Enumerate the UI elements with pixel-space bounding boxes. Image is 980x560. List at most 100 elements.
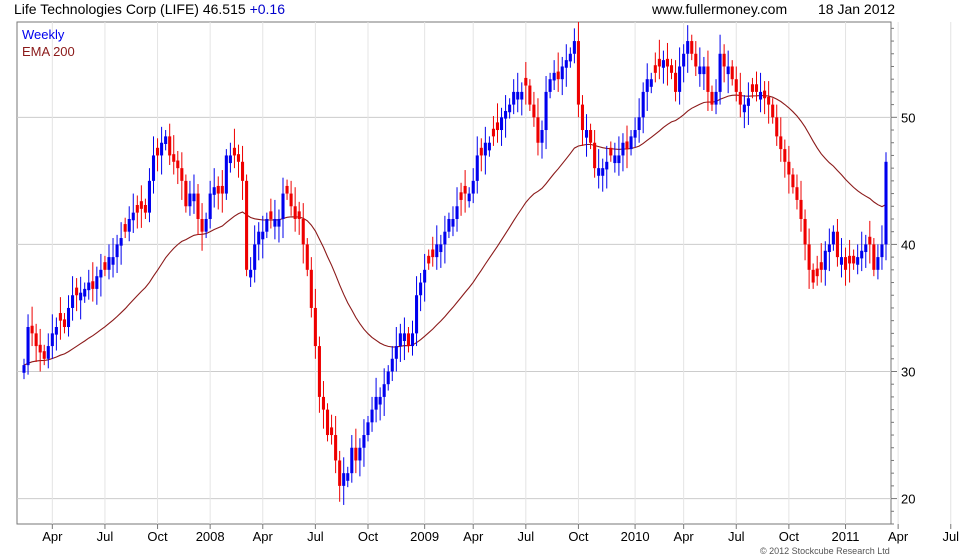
- candle-body: [75, 287, 79, 296]
- candle-body: [665, 58, 670, 67]
- candle-body: [682, 53, 686, 67]
- candle-body: [860, 250, 864, 259]
- candle-body: [184, 180, 188, 207]
- candle-body: [139, 201, 143, 209]
- candle-body: [767, 96, 771, 105]
- candle-body: [410, 333, 415, 347]
- candle-body: [674, 72, 678, 92]
- candle-body: [556, 71, 560, 80]
- candle-body: [111, 257, 115, 265]
- x-axis: Apr Jul Oct 2008 Apr Jul Oct 2009 Apr Jul Oct 2010 A…: [42, 524, 959, 544]
- candle-body: [232, 147, 236, 156]
- candle-body: [580, 104, 585, 131]
- candle-body: [884, 161, 888, 245]
- candle-body: [601, 168, 605, 176]
- candle-body: [771, 104, 775, 118]
- candle-body: [261, 231, 265, 240]
- candle-body: [609, 147, 613, 156]
- candle-body: [475, 155, 479, 181]
- candle-body: [228, 155, 232, 164]
- candle-body: [330, 427, 334, 436]
- candle-body: [645, 79, 649, 92]
- candle-body: [852, 255, 856, 264]
- legend-weekly: Weekly: [22, 27, 64, 42]
- x-tick-label: Apr: [463, 529, 484, 544]
- candle-body: [649, 79, 653, 87]
- candle-body: [325, 409, 330, 436]
- candle-body: [374, 396, 378, 410]
- candle-body: [46, 346, 50, 359]
- candle-body: [196, 193, 200, 219]
- candle-body: [236, 154, 241, 162]
- candle-body: [119, 238, 123, 246]
- candle-body: [143, 205, 147, 213]
- candle-body: [471, 180, 475, 194]
- candle-body: [698, 66, 702, 75]
- candle-body: [633, 130, 637, 138]
- candle-body: [589, 130, 593, 143]
- candle-body: [394, 346, 398, 359]
- candle-body: [26, 327, 30, 366]
- candle-body: [447, 218, 451, 232]
- candle-body: [637, 117, 641, 131]
- candle-body: [378, 396, 382, 405]
- candle-body: [617, 155, 621, 164]
- candle-body: [107, 257, 111, 270]
- candle-body: [212, 187, 216, 195]
- candle-body: [827, 244, 831, 253]
- candle-body: [738, 91, 742, 105]
- candle-body: [722, 53, 726, 67]
- candle-body: [415, 295, 419, 334]
- candle-body: [176, 160, 180, 169]
- candle-body: [95, 276, 99, 289]
- x-tick-label: Apr: [674, 529, 695, 544]
- candle-body: [678, 66, 682, 92]
- candle-body: [763, 90, 767, 99]
- x-tick-label: Jul: [942, 529, 959, 544]
- candle-body: [419, 282, 423, 296]
- candle-body: [160, 142, 164, 156]
- candle-body: [593, 142, 597, 169]
- candle-body: [516, 91, 520, 100]
- candle-body: [734, 79, 738, 92]
- candle-body: [42, 351, 46, 359]
- candle-body: [439, 244, 443, 253]
- candle-body: [289, 193, 293, 207]
- candle-body: [791, 174, 795, 188]
- candle-body: [815, 268, 819, 277]
- x-tick-label: 2010: [621, 529, 650, 544]
- candle-body: [807, 244, 811, 270]
- candle-body: [787, 161, 791, 175]
- candle-body: [605, 161, 609, 170]
- candle-body: [386, 371, 390, 385]
- candle-body: [22, 365, 26, 373]
- candle-body: [38, 344, 42, 353]
- candle-body: [321, 396, 326, 410]
- candle-body: [690, 41, 694, 54]
- candle-body: [265, 218, 269, 232]
- candle-body: [317, 346, 321, 397]
- candle-body: [508, 104, 512, 113]
- y-tick-label: 50: [901, 110, 915, 125]
- candle-body: [742, 104, 746, 113]
- candle-body: [657, 58, 661, 67]
- candle-body: [520, 91, 524, 100]
- y-tick-label: 30: [901, 364, 915, 379]
- candle-body: [726, 66, 730, 75]
- candle-body: [285, 185, 289, 194]
- candle-body: [253, 244, 257, 270]
- candle-body: [240, 161, 245, 181]
- candle-body: [491, 128, 495, 137]
- candle-body: [99, 269, 103, 278]
- candle-body: [759, 91, 763, 100]
- legend-weekly-label: Weekly: [22, 27, 65, 42]
- candle-body: [269, 211, 273, 219]
- candle-body: [281, 193, 285, 219]
- candle-body: [504, 110, 508, 119]
- candle-body: [224, 155, 228, 194]
- candle-body: [151, 155, 156, 181]
- candle-body: [823, 250, 827, 270]
- candle-body: [754, 84, 759, 92]
- candle-body: [83, 288, 87, 297]
- price-chart: 20 30 40 50 Apr Jul Oct 2008 Apr Jul Oct 2009 Apr Ju…: [16, 21, 959, 544]
